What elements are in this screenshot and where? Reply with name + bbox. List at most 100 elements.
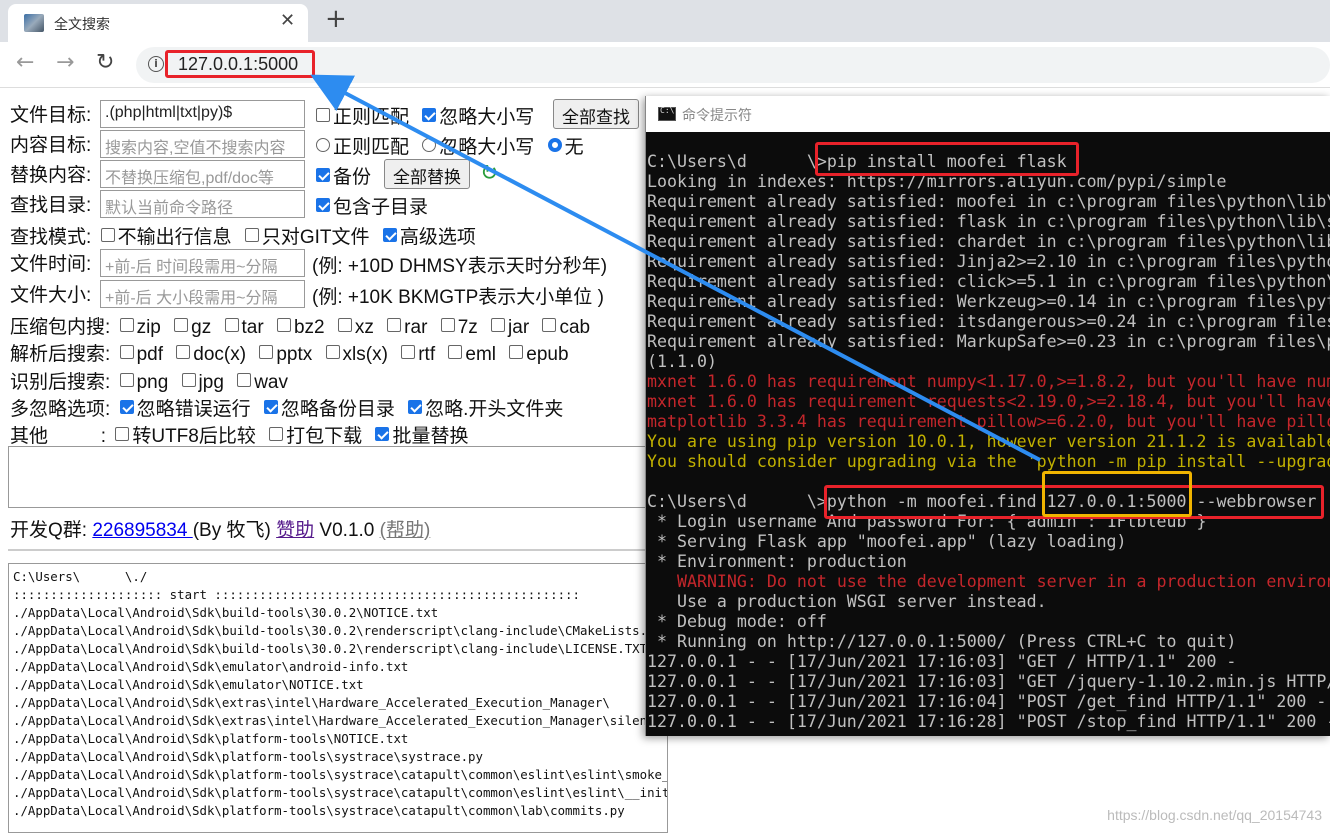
output-line: ./AppData\Local\Android\Sdk\platform-too…: [13, 767, 668, 782]
backup-label: 备份: [333, 167, 372, 188]
content-target-input[interactable]: 搜索内容,空值不搜索内容: [100, 130, 305, 158]
output-line: ./AppData\Local\Android\Sdk\emulator\and…: [13, 659, 409, 674]
info-icon[interactable]: i: [148, 56, 164, 72]
zip-label: zip: [136, 317, 161, 338]
git-only-label: 只对GIT文件: [261, 227, 370, 248]
jpg-label: jpg: [198, 372, 224, 393]
qq-group-link[interactable]: 226895834: [92, 520, 192, 541]
address-bar[interactable]: i 127.0.0.1:5000: [136, 47, 1330, 83]
zip-checkbox[interactable]: [119, 318, 134, 332]
close-icon[interactable]: ✕: [280, 10, 295, 31]
batch-replace-checkbox[interactable]: [375, 427, 390, 441]
content-regex-radio[interactable]: [316, 138, 330, 152]
cmd-prompt-icon: [658, 106, 676, 121]
jar-checkbox[interactable]: [491, 318, 506, 332]
file-time-input[interactable]: +前-后 时间段需用~分隔: [100, 249, 305, 277]
eml-checkbox[interactable]: [448, 345, 463, 359]
output-line: ./AppData\Local\Android\Sdk\extras\intel…: [13, 695, 610, 710]
file-size-label: 文件大小:: [10, 285, 92, 306]
png-label: png: [136, 372, 169, 393]
7z-label: 7z: [457, 317, 478, 338]
rtf-checkbox[interactable]: [401, 345, 416, 359]
replace-all-button[interactable]: 全部替换: [384, 159, 470, 189]
ignore-errors-checkbox[interactable]: [119, 400, 134, 414]
file-target-options: 正则匹配 忽略大小写: [316, 102, 534, 129]
pack-download-checkbox[interactable]: [269, 427, 284, 441]
page-favicon-icon: [24, 14, 44, 32]
rar-checkbox[interactable]: [387, 318, 402, 332]
file-target-label: 文件目标:: [10, 105, 92, 126]
cmd-line: Use a production WSGI server instead.: [647, 592, 1047, 611]
cmd-line: 127.0.0.1 - - [17/Jun/2021 17:16:04] "PO…: [647, 692, 1327, 711]
output-line: ./AppData\Local\Android\Sdk\platform-too…: [13, 749, 483, 764]
content-target-row: 内容目标:: [10, 130, 91, 158]
content-ignore-case-radio[interactable]: [422, 138, 437, 152]
git-only-checkbox[interactable]: [244, 228, 259, 242]
output-line: ./AppData\Local\Android\Sdk\platform-too…: [13, 803, 625, 818]
cmd-line: 127.0.0.1 - - [17/Jun/2021 17:16:03] "GE…: [647, 672, 1330, 691]
ignore-backup-checkbox[interactable]: [263, 400, 278, 414]
divider: [8, 549, 646, 551]
epub-checkbox[interactable]: [509, 345, 524, 359]
cmd-line: * Environment: production: [647, 552, 907, 571]
file-size-example: (例: +10K BKMGTP表示大小单位 ): [312, 287, 604, 308]
output-line: ./AppData\Local\Android\Sdk\emulator\NOT…: [13, 677, 364, 692]
pdf-label: pdf: [136, 344, 163, 365]
results-output[interactable]: C:\Users\ \./:::::::::::::::::::: start …: [8, 563, 668, 833]
7z-checkbox[interactable]: [440, 318, 455, 332]
search-all-button[interactable]: 全部查找: [553, 99, 639, 129]
tar-checkbox[interactable]: [224, 318, 239, 332]
replace-options: 备份: [316, 162, 371, 189]
file-target-input[interactable]: .(php|html|txt|py)$: [100, 100, 305, 128]
ignore-dot-folder-checkbox[interactable]: [408, 400, 423, 414]
cmd-line: * Running on http://127.0.0.1:5000/ (Pre…: [647, 632, 1237, 651]
replace-input[interactable]: 不替换压缩包,pdf/doc等: [100, 160, 305, 188]
reload-icon[interactable]: ↻: [96, 50, 114, 75]
output-line: ./AppData\Local\Android\Sdk\platform-too…: [13, 785, 668, 800]
back-arrow-icon[interactable]: ←: [16, 50, 34, 75]
help-link[interactable]: (帮助): [380, 520, 431, 541]
advanced-checkbox[interactable]: [382, 228, 397, 242]
tab-search[interactable]: 全文搜索 ✕: [8, 4, 308, 42]
xz-checkbox[interactable]: [337, 318, 352, 332]
include-subdir-checkbox[interactable]: [316, 198, 330, 212]
loading-spinner-icon: ↻: [480, 160, 499, 185]
cmd-title-bar[interactable]: 命令提示符: [646, 96, 1330, 132]
output-line: :::::::::::::::::::: start :::::::::::::…: [13, 587, 580, 602]
pptx-checkbox[interactable]: [259, 345, 274, 359]
file-ignore-case-checkbox[interactable]: [422, 108, 437, 122]
forward-arrow-icon[interactable]: →: [56, 50, 74, 75]
docx-checkbox[interactable]: [176, 345, 191, 359]
url-highlight-box: [165, 50, 315, 78]
output-line: ./AppData\Local\Android\Sdk\build-tools\…: [13, 605, 439, 620]
rar-label: rar: [404, 317, 428, 338]
bz2-label: bz2: [293, 317, 325, 338]
include-subdir-label: 包含子目录: [333, 197, 429, 218]
backup-checkbox[interactable]: [316, 168, 330, 182]
batch-replace-textarea[interactable]: [8, 446, 646, 508]
no-line-info-checkbox[interactable]: [100, 228, 115, 242]
file-size-input[interactable]: +前-后 大小段需用~分隔: [100, 280, 305, 308]
cmd-line: You should consider upgrading via the 'p…: [647, 452, 1330, 471]
new-tab-plus-icon[interactable]: +: [325, 4, 347, 34]
archive-row: 压缩包内搜: zip gz tar bz2 xz rar 7z jar cab: [10, 312, 590, 340]
no-line-info-label: 不输出行信息: [117, 227, 232, 248]
bz2-checkbox[interactable]: [276, 318, 291, 332]
content-none-radio[interactable]: [547, 138, 562, 152]
utf8-compare-checkbox[interactable]: [115, 427, 130, 441]
gz-checkbox[interactable]: [174, 318, 189, 332]
version-text: V0.1.0: [319, 520, 375, 541]
pack-download-label: 打包下载: [286, 426, 363, 447]
file-regex-checkbox[interactable]: [316, 108, 330, 122]
png-checkbox[interactable]: [119, 373, 134, 387]
cab-checkbox[interactable]: [542, 318, 557, 332]
eml-label: eml: [465, 344, 497, 365]
pdf-checkbox[interactable]: [119, 345, 134, 359]
wav-checkbox[interactable]: [237, 373, 252, 387]
donate-link[interactable]: 赞助: [276, 520, 314, 541]
cmd-line: Requirement already satisfied: flask in …: [647, 212, 1330, 231]
search-dir-input[interactable]: 默认当前命令路径: [100, 190, 305, 218]
jpg-checkbox[interactable]: [181, 373, 196, 387]
xlsx-checkbox[interactable]: [325, 345, 340, 359]
content-regex-label: 正则匹配: [333, 137, 410, 158]
